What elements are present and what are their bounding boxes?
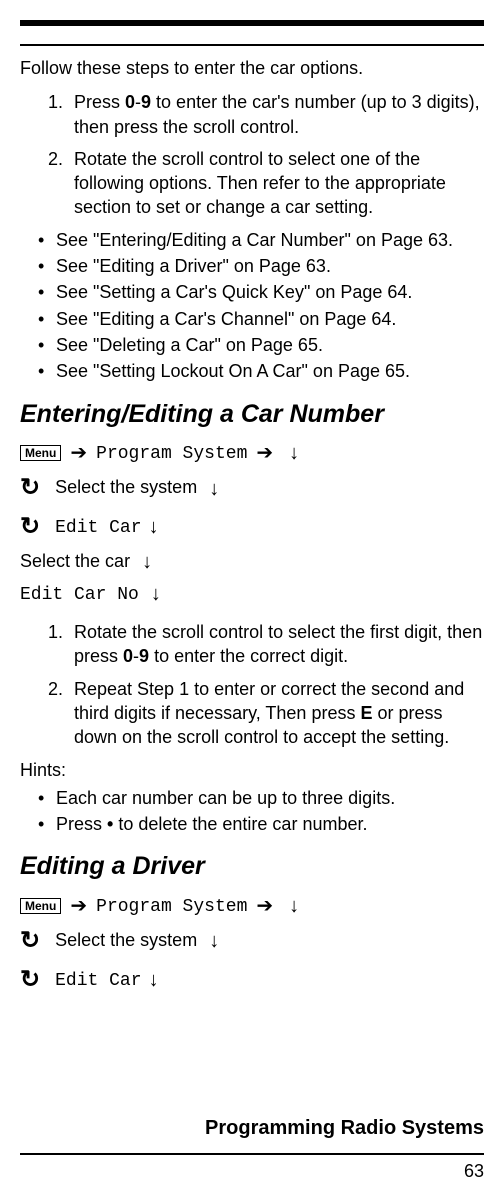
- key-9: 9: [141, 92, 151, 112]
- arrow-down-icon: [147, 969, 161, 989]
- arrow-down-icon: [140, 551, 154, 571]
- hints-label: Hints:: [20, 758, 484, 782]
- ref-item: See "Editing a Car's Channel" on Page 64…: [38, 307, 484, 331]
- footer-section-title: Programming Radio Systems: [205, 1117, 484, 1140]
- main-steps: Press 0-9 to enter the car's number (up …: [20, 90, 484, 219]
- ref-item: See "Editing a Driver" on Page 63.: [38, 254, 484, 278]
- section-heading-1: Entering/Editing a Car Number: [20, 398, 484, 432]
- nav-select-car: Select the car: [20, 551, 130, 571]
- nav-select-system: Select the system: [55, 477, 197, 497]
- nav-edit-car-no: Edit Car No: [20, 585, 139, 605]
- main-step-1: Press 0-9 to enter the car's number (up …: [68, 90, 484, 139]
- rotate-icon: [20, 477, 40, 497]
- nav-sequence-1: Menu Program System Select the system Ed…: [20, 437, 484, 610]
- section1-step-2: Repeat Step 1 to enter or correct the se…: [68, 677, 484, 750]
- hint2-a: Press: [56, 814, 107, 834]
- hint2-b: to delete the entire car number.: [113, 814, 367, 834]
- ref-item: See "Setting a Car's Quick Key" on Page …: [38, 280, 484, 304]
- reference-list: See "Entering/Editing a Car Number" on P…: [38, 228, 484, 384]
- arrow-down-icon: [207, 930, 221, 950]
- section-heading-2: Editing a Driver: [20, 850, 484, 884]
- nav-edit-car: Edit Car: [55, 971, 141, 991]
- arrow-right-icon: [252, 442, 277, 462]
- section1-steps: Rotate the scroll control to select the …: [20, 620, 484, 749]
- nav-sequence-2: Menu Program System Select the system Ed…: [20, 890, 484, 999]
- key-E: E: [360, 703, 372, 723]
- main-step-2: Rotate the scroll control to select one …: [68, 147, 484, 220]
- nav-edit-car: Edit Car: [55, 518, 141, 538]
- key-9: 9: [139, 646, 149, 666]
- arrow-down-icon: [147, 516, 161, 536]
- step1-a: Press: [74, 92, 125, 112]
- page-content: Follow these steps to enter the car opti…: [0, 46, 504, 999]
- arrow-down-icon: [287, 442, 301, 462]
- intro-text: Follow these steps to enter the car opti…: [20, 56, 484, 80]
- hints-list: Each car number can be up to three digit…: [38, 786, 484, 837]
- arrow-down-icon: [149, 583, 163, 603]
- top-rule-thick: [20, 20, 484, 26]
- key-0: 0: [125, 92, 135, 112]
- arrow-down-icon: [287, 895, 301, 915]
- hint-item: Press • to delete the entire car number.: [38, 812, 484, 836]
- ref-item: See "Setting Lockout On A Car" on Page 6…: [38, 359, 484, 383]
- arrow-right-icon: [66, 895, 91, 915]
- section1-step-1: Rotate the scroll control to select the …: [68, 620, 484, 669]
- nav-select-system: Select the system: [55, 930, 197, 950]
- nav-program-system: Program System: [96, 444, 247, 464]
- s1s1-b: to enter the correct digit.: [149, 646, 348, 666]
- page-number: 63: [464, 1161, 484, 1182]
- menu-button-icon: Menu: [20, 445, 61, 461]
- ref-item: See "Entering/Editing a Car Number" on P…: [38, 228, 484, 252]
- ref-item: See "Deleting a Car" on Page 65.: [38, 333, 484, 357]
- hint-item: Each car number can be up to three digit…: [38, 786, 484, 810]
- footer-rule: [20, 1153, 484, 1155]
- arrow-right-icon: [252, 895, 277, 915]
- arrow-right-icon: [66, 442, 91, 462]
- rotate-icon: [20, 969, 40, 989]
- rotate-icon: [20, 516, 40, 536]
- key-0: 0: [123, 646, 133, 666]
- rotate-icon: [20, 930, 40, 950]
- nav-program-system: Program System: [96, 897, 247, 917]
- menu-button-icon: Menu: [20, 898, 61, 914]
- arrow-down-icon: [207, 477, 221, 497]
